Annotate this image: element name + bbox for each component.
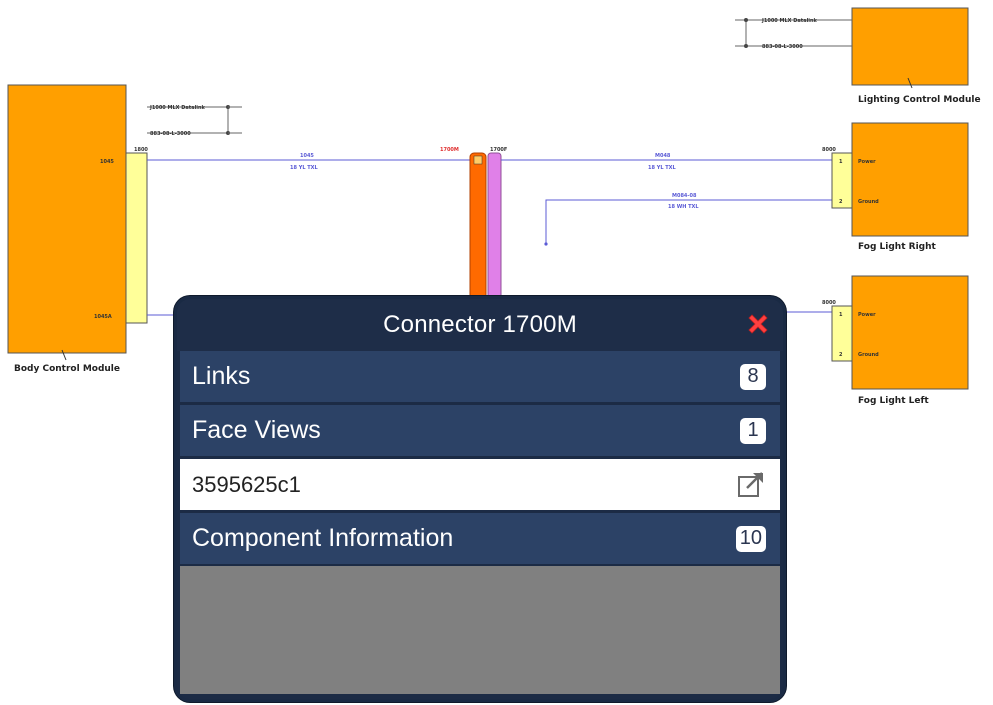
bcm-pin-bottom-label: 1045A <box>94 314 112 320</box>
component-information-count-badge: 10 <box>735 525 766 552</box>
wire-m048-label: M048 <box>655 153 671 159</box>
face-views-label: Face Views <box>192 416 321 444</box>
external-link-icon[interactable] <box>736 471 766 499</box>
fog-light-left-box[interactable] <box>851 275 969 390</box>
fog-left-pin2: 2 <box>839 352 843 358</box>
fog-right-ground-label: Ground <box>858 199 879 205</box>
fog-light-left-connector-tag: 8000 <box>822 300 836 306</box>
bcm-pin-top-label: 1045 <box>100 159 114 165</box>
fog-right-pin1: 1 <box>839 159 843 165</box>
fog-right-power-label: Power <box>858 159 876 165</box>
connector-1700f-tag: 1700F <box>490 147 507 153</box>
lighting-control-module-box[interactable] <box>851 7 969 86</box>
lcm-splice-note-b: 883-08-L-3000 <box>762 44 803 50</box>
face-view-item-row[interactable]: 3595625c1 <box>180 459 780 510</box>
wire-m084-08-label: M084-08 <box>672 193 697 199</box>
fog-light-right-label: Fog Light Right <box>858 242 937 252</box>
lcm-splice-note-a: J1000 MLX Datalink <box>761 18 818 24</box>
fog-left-pin1: 1 <box>839 312 843 318</box>
face-view-item-label: 3595625c1 <box>192 471 301 497</box>
fog-right-pin2: 2 <box>839 199 843 205</box>
close-x-icon[interactable] <box>743 309 773 339</box>
fog-left-power-label: Power <box>858 312 876 318</box>
fog-left-ground-label: Ground <box>858 352 879 358</box>
wire-1045-label: 1045 <box>300 153 314 159</box>
bcm-splice-note-b: 883-08-L-3000 <box>150 131 191 137</box>
body-control-module-box[interactable] <box>7 84 127 354</box>
face-views-row[interactable]: Face Views 1 <box>180 405 780 456</box>
connector-1800[interactable] <box>125 152 148 324</box>
component-information-label: Component Information <box>192 524 454 552</box>
fog-light-right-box[interactable] <box>851 122 969 237</box>
wire-1045-spec: 18 YL TXL <box>290 165 319 171</box>
links-label: Links <box>192 362 251 390</box>
connector-popup: Connector 1700M Links 8 Face Views 1 359… <box>174 296 786 702</box>
links-count-badge: 8 <box>740 363 766 390</box>
links-row[interactable]: Links 8 <box>180 351 780 402</box>
connector-1700m[interactable] <box>469 152 487 304</box>
fog-light-left-label: Fog Light Left <box>858 396 929 406</box>
bcm-splice-note-a: J1000 MLX Datalink <box>149 105 206 111</box>
connector-1700m-tag: 1700M <box>440 147 459 153</box>
fog-light-right-connector-tag: 8000 <box>822 147 836 153</box>
lighting-control-module-label: Lighting Control Module <box>858 95 981 105</box>
popup-title: Connector 1700M <box>383 311 577 338</box>
face-views-count-badge: 1 <box>740 417 766 444</box>
wire-m048-spec: 18 YL TXL <box>648 165 677 171</box>
popup-header: Connector 1700M <box>177 299 783 351</box>
connector-1700f[interactable] <box>487 152 502 304</box>
wire-m084-08-spec: 18 WH TXL <box>668 204 699 210</box>
body-control-module-label: Body Control Module <box>14 364 120 374</box>
connector-1800-tag: 1800 <box>134 147 148 153</box>
popup-empty-area <box>180 566 780 694</box>
component-information-row[interactable]: Component Information 10 <box>180 513 780 564</box>
